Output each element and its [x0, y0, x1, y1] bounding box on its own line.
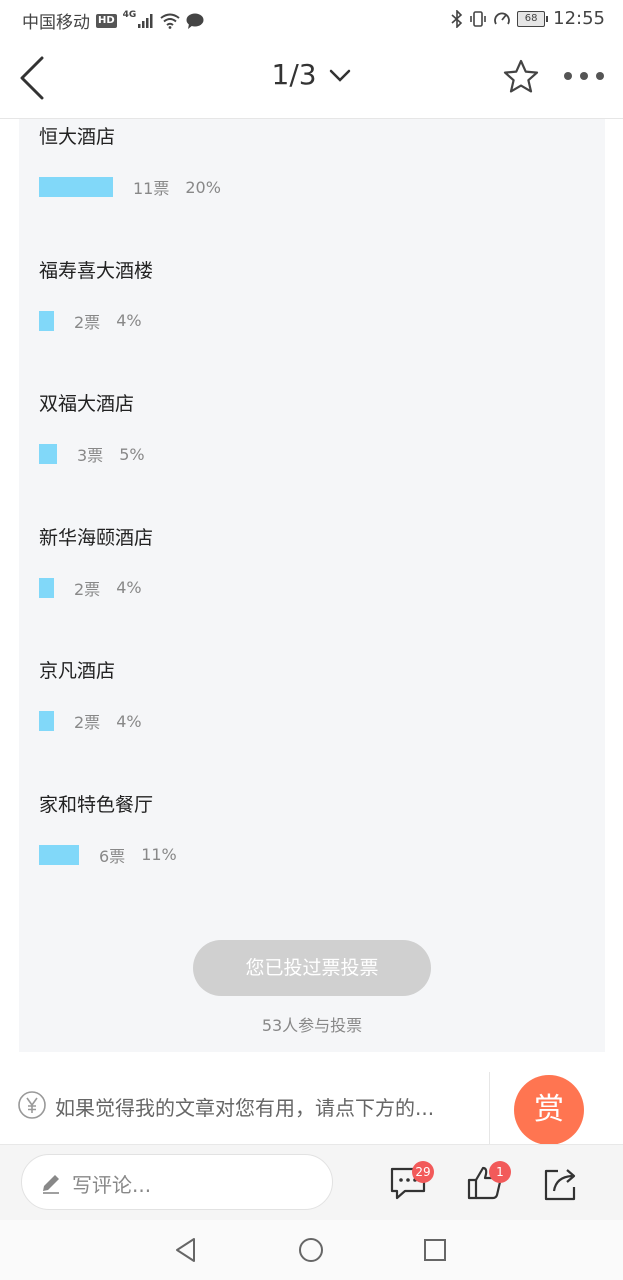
star-icon[interactable] [502, 58, 540, 96]
share-icon[interactable] [542, 1165, 580, 1201]
status-right: 68 12:55 [451, 8, 605, 29]
reward-button[interactable]: 赏 [514, 1075, 584, 1145]
poll-result-bar [39, 577, 54, 598]
clock: 12:55 [553, 8, 605, 29]
poll-vote-percent: 5% [119, 444, 145, 464]
bluetooth-icon [451, 9, 463, 28]
battery-icon: 68 [517, 10, 549, 27]
poll-option-name: 京凡酒店 [39, 660, 116, 682]
poll-result-row: 2票 4% [39, 309, 142, 333]
poll-result-row: 2票 4% [39, 709, 142, 733]
network-type: 4G [122, 9, 137, 20]
nav-bar: 1/3 [0, 38, 623, 119]
poll-option: 福寿喜大酒楼 2票 4% [39, 257, 579, 347]
page-indicator-text: 1/3 [271, 58, 317, 91]
reward-strip: 如果觉得我的文章对您有用，请点下方的... 赏 [0, 1052, 623, 1145]
comment-placeholder: 写评论... [72, 1173, 152, 1197]
status-bar: 中国移动 HD 4G 68 12:55 [0, 0, 623, 38]
yen-icon [18, 1091, 46, 1119]
chevron-down-icon [330, 69, 351, 82]
pencil-icon [43, 1175, 59, 1194]
poll-vote-count: 2票 [74, 312, 101, 332]
poll-option-name: 恒大酒店 [39, 126, 116, 148]
poll-vote-count: 6票 [99, 846, 126, 866]
poll-result-bar [39, 711, 54, 731]
poll-option: 京凡酒店 2票 4% [39, 657, 579, 747]
system-home-icon[interactable] [297, 1236, 325, 1264]
speed-icon [494, 12, 511, 24]
system-recents-icon[interactable] [421, 1236, 449, 1264]
poll-result-row: 6票 11% [39, 843, 177, 867]
poll-vote-percent: 4% [116, 711, 142, 731]
poll-option: 双福大酒店 3票 5% [39, 390, 579, 480]
participants-count: 53人参与投票 [261, 1016, 363, 1035]
poll-option-name: 家和特色餐厅 [39, 793, 154, 816]
poll-result-bar [39, 444, 57, 464]
comment-count-badge: 29 [412, 1161, 434, 1183]
poll-option-name: 福寿喜大酒楼 [39, 259, 154, 282]
divider [489, 1072, 490, 1144]
comment-bar: 写评论... 29 1 [0, 1144, 623, 1221]
poll-option-name: 新华海颐酒店 [39, 526, 154, 549]
poll-vote-count: 2票 [74, 713, 101, 732]
poll-result-bar [39, 310, 54, 331]
poll-vote-percent: 4% [116, 578, 142, 597]
poll-result-row: 2票 4% [39, 576, 142, 600]
wifi-icon [160, 13, 180, 29]
poll-vote-count: 11票 [133, 179, 170, 198]
vibrate-icon [470, 10, 486, 27]
poll-result-bar [39, 177, 113, 197]
vote-button[interactable]: 您已投过票投票 [193, 940, 431, 996]
poll-option-name: 双福大酒店 [39, 393, 135, 415]
message-icon [186, 13, 204, 29]
poll-result-bar [39, 844, 79, 865]
reward-prompt[interactable]: 如果觉得我的文章对您有用，请点下方的... [55, 1092, 475, 1121]
poll-result-row: 3票 5% [39, 442, 145, 466]
signal-icon [138, 13, 153, 28]
more-icon[interactable] [562, 68, 606, 84]
comment-input[interactable]: 写评论... [21, 1154, 333, 1210]
system-nav-bar [0, 1220, 623, 1280]
poll-vote-count: 3票 [77, 446, 104, 465]
poll-option: 恒大酒店 11票 20% [39, 123, 579, 213]
poll-option: 新华海颐酒店 2票 4% [39, 524, 579, 614]
like-count-badge: 1 [489, 1161, 511, 1183]
poll-vote-percent: 11% [141, 845, 177, 864]
poll-result-row: 11票 20% [39, 175, 221, 199]
status-left: 中国移动 HD 4G [22, 8, 204, 33]
system-back-icon[interactable] [172, 1236, 200, 1264]
poll-vote-count: 2票 [74, 579, 101, 599]
poll-vote-percent: 4% [116, 311, 142, 330]
carrier-name: 中国移动 [22, 13, 90, 33]
poll-card: 恒大酒店 11票 20% 福寿喜大酒楼 2票 4% 双福大酒店 3票 5% 新华海颐酒店 2票 4% 京… [19, 119, 605, 1052]
hd-badge: HD [96, 13, 117, 28]
poll-option: 家和特色餐厅 6票 11% [39, 791, 579, 881]
poll-vote-percent: 20% [185, 177, 221, 197]
